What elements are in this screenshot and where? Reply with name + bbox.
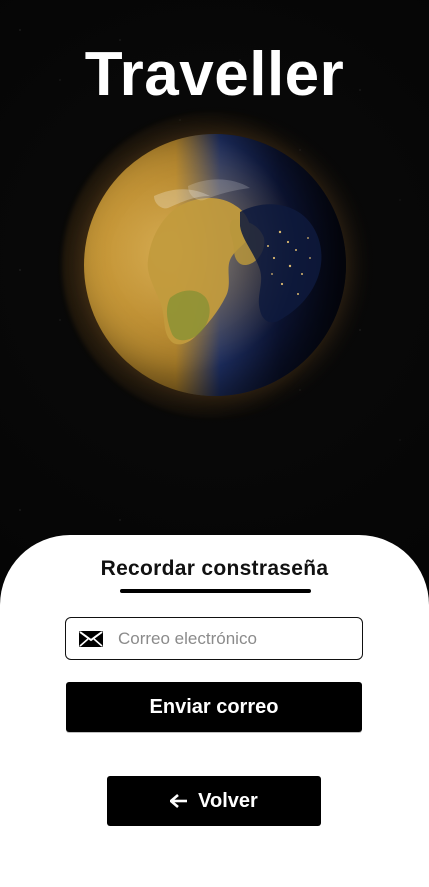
envelope-icon bbox=[78, 630, 104, 648]
app-screen: Traveller Recordar constraseña Correo el… bbox=[0, 0, 429, 887]
email-input[interactable] bbox=[116, 627, 340, 650]
back-button[interactable]: Volver bbox=[107, 776, 321, 826]
send-email-button-label: Enviar correo bbox=[149, 695, 279, 718]
password-reset-panel: Recordar constraseña Enviar correo bbox=[0, 535, 429, 887]
email-field[interactable] bbox=[65, 617, 363, 660]
globe bbox=[84, 134, 346, 396]
globe-image bbox=[62, 112, 368, 418]
send-email-button[interactable]: Enviar correo bbox=[66, 682, 362, 732]
app-title: Traveller bbox=[84, 40, 345, 109]
globe-continents-icon bbox=[147, 179, 322, 345]
password-reset-heading: Recordar constraseña bbox=[100, 557, 329, 580]
arrow-left-icon bbox=[170, 794, 188, 808]
back-button-label: Volver bbox=[198, 789, 258, 812]
heading-underline bbox=[120, 589, 311, 593]
